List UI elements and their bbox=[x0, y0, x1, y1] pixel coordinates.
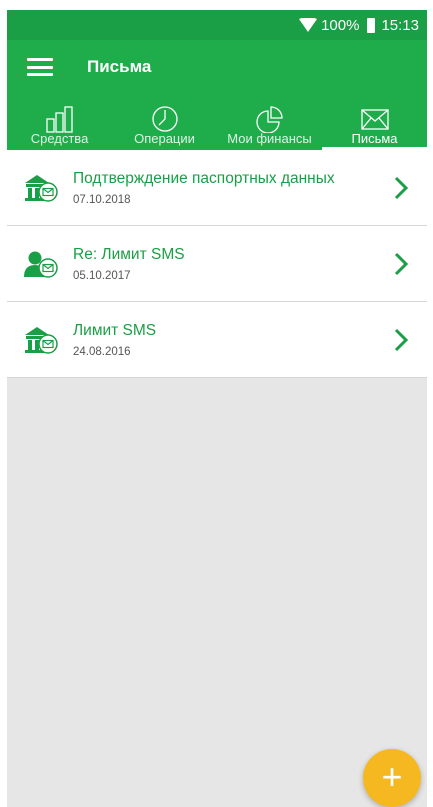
tab-my-finances[interactable]: Мои финансы bbox=[217, 94, 322, 150]
chevron-right-icon bbox=[394, 176, 409, 199]
letter-date: 24.08.2016 bbox=[73, 345, 131, 358]
person-envelope-icon bbox=[24, 251, 58, 278]
tab-letters[interactable]: Письма bbox=[322, 94, 427, 150]
bars-chart-icon bbox=[45, 106, 73, 133]
letter-list-item[interactable]: Re: Лимит SMS 05.10.2017 bbox=[7, 226, 427, 302]
tab-label: Письма bbox=[351, 131, 398, 146]
battery-percent: 100% bbox=[321, 16, 360, 34]
battery-icon bbox=[367, 17, 376, 33]
tab-label: Мои финансы bbox=[227, 131, 312, 146]
letters-list: Подтверждение паспортных данных 07.10.20… bbox=[7, 150, 427, 378]
bank-envelope-icon bbox=[25, 174, 58, 202]
tab-bar: Средства Операции Мои финансы Письма bbox=[7, 94, 427, 150]
new-letter-button[interactable]: + bbox=[363, 749, 421, 807]
tab-operations[interactable]: Операции bbox=[112, 94, 217, 150]
wifi-icon bbox=[299, 18, 318, 32]
clock-time: 15:13 bbox=[381, 16, 419, 34]
letter-date: 07.10.2018 bbox=[73, 193, 131, 206]
letter-list-item[interactable]: Подтверждение паспортных данных 07.10.20… bbox=[7, 150, 427, 226]
pie-chart-icon bbox=[255, 106, 283, 133]
tab-label: Средства bbox=[30, 131, 89, 146]
clock-icon bbox=[151, 106, 178, 132]
envelope-icon bbox=[360, 109, 389, 130]
chevron-right-icon bbox=[394, 252, 409, 275]
phone-screen: 100% 15:13 Письма Средства Операции Мои … bbox=[7, 10, 427, 807]
page-title: Письма bbox=[87, 57, 152, 76]
hamburger-menu-icon[interactable] bbox=[27, 58, 53, 76]
tab-label: Операции bbox=[134, 131, 195, 146]
app-bar: Письма bbox=[7, 40, 427, 94]
letter-list-item[interactable]: Лимит SMS 24.08.2016 bbox=[7, 302, 427, 378]
tab-funds[interactable]: Средства bbox=[7, 94, 112, 150]
letter-title: Подтверждение паспортных данных bbox=[73, 169, 335, 187]
letter-title: Re: Лимит SMS bbox=[73, 245, 185, 263]
letter-date: 05.10.2017 bbox=[73, 269, 131, 282]
status-bar: 100% 15:13 bbox=[7, 10, 427, 40]
bank-envelope-icon bbox=[25, 326, 58, 354]
chevron-right-icon bbox=[394, 328, 409, 351]
letter-title: Лимит SMS bbox=[73, 321, 157, 339]
